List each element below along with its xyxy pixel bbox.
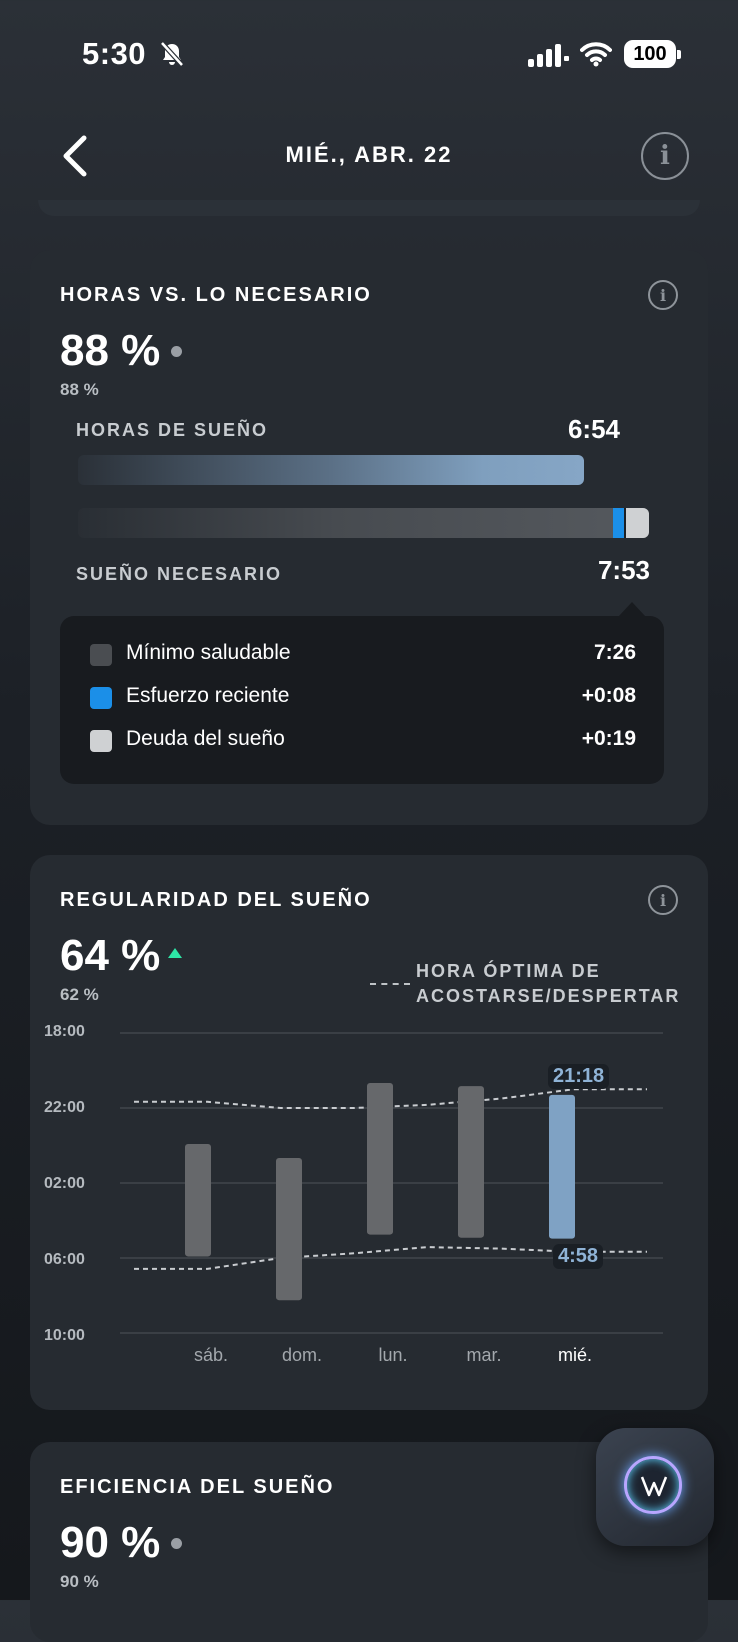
info-icon[interactable]: i	[641, 132, 689, 180]
sleep-hours-label: HORAS DE SUEÑO	[76, 420, 269, 440]
w-logo-icon	[640, 1476, 668, 1497]
sleep-hours-value: 6:54	[567, 414, 620, 444]
sleep-bar-4[interactable]	[458, 1086, 484, 1238]
legend-label: Deuda del sueño	[126, 727, 285, 750]
x-tick-label-active: mié.	[557, 1345, 592, 1365]
card-title: HORAS VS. LO NECESARIO	[60, 284, 372, 306]
legend-label: Esfuerzo reciente	[126, 684, 290, 707]
x-tick-label: dom.	[281, 1345, 323, 1365]
previous-percent: 88 %	[60, 380, 99, 399]
legend-swatch	[90, 644, 112, 666]
battery-indicator: 100	[624, 40, 681, 68]
bell-muted-icon	[160, 41, 184, 67]
legend-swatch	[90, 687, 112, 709]
wake-time-callout: 4:58	[553, 1244, 604, 1269]
wifi-icon	[580, 42, 612, 67]
assistant-logo-icon	[624, 1456, 682, 1514]
x-tick-label: lun.	[378, 1345, 408, 1365]
legend-label: Mínimo saludable	[126, 641, 291, 664]
sleep-bar-2[interactable]	[276, 1158, 302, 1301]
previous-percent: 90 %	[60, 1572, 99, 1591]
legend-swatch	[90, 730, 112, 752]
legend-row-minimum: Mínimo saludable 7:26	[90, 641, 636, 671]
assistant-button[interactable]	[596, 1428, 714, 1546]
sleep-bar-1[interactable]	[185, 1143, 211, 1257]
sleep-needed-bar	[78, 508, 649, 538]
card-title: EFICIENCIA DEL SUEÑO	[60, 1476, 335, 1498]
sleep-hours-bar	[78, 455, 584, 485]
percent-value: 90 %	[60, 1518, 161, 1567]
sleep-needed-value: 7:53	[597, 555, 650, 585]
previous-card-edge	[38, 200, 700, 216]
legend-value: +0:19	[581, 727, 636, 750]
status-time: 5:30	[82, 36, 147, 71]
cellular-signal-icon	[528, 44, 569, 67]
legend-row-debt: Deuda del sueño +0:19	[90, 727, 636, 757]
hours-vs-needed-card: HORAS VS. LO NECESARIO i 88 % 88 % HORAS…	[30, 250, 708, 825]
x-tick-label: sáb.	[193, 1345, 229, 1365]
sleep-bar-5[interactable]	[549, 1094, 575, 1239]
page-title: MIÉ., ABR. 22	[285, 142, 453, 167]
percent-value: 88 %	[60, 326, 161, 375]
legend-row-strain: Esfuerzo reciente +0:08	[90, 684, 636, 714]
trend-neutral-dot-icon	[171, 1538, 182, 1549]
info-icon[interactable]: i	[648, 280, 678, 310]
x-tick-label: mar.	[466, 1345, 502, 1365]
sleep-regularity-chart	[120, 1032, 663, 1334]
trend-neutral-dot-icon	[171, 346, 182, 357]
sleep-bar-3[interactable]	[367, 1083, 393, 1235]
legend-pointer	[618, 602, 646, 617]
bedtime-callout: 21:18	[548, 1064, 610, 1089]
legend-value: 7:26	[593, 641, 636, 664]
legend-value: +0:08	[581, 684, 636, 707]
sleep-needed-label: SUEÑO NECESARIO	[76, 564, 283, 584]
recent-strain-segment	[613, 508, 624, 538]
sleep-needed-breakdown: Mínimo saludable 7:26 Esfuerzo reciente …	[60, 616, 664, 784]
sleep-debt-segment	[626, 508, 649, 538]
sleep-regularity-card: REGULARIDAD DEL SUEÑO i 64 % 62 % HORA Ó…	[30, 855, 708, 1410]
